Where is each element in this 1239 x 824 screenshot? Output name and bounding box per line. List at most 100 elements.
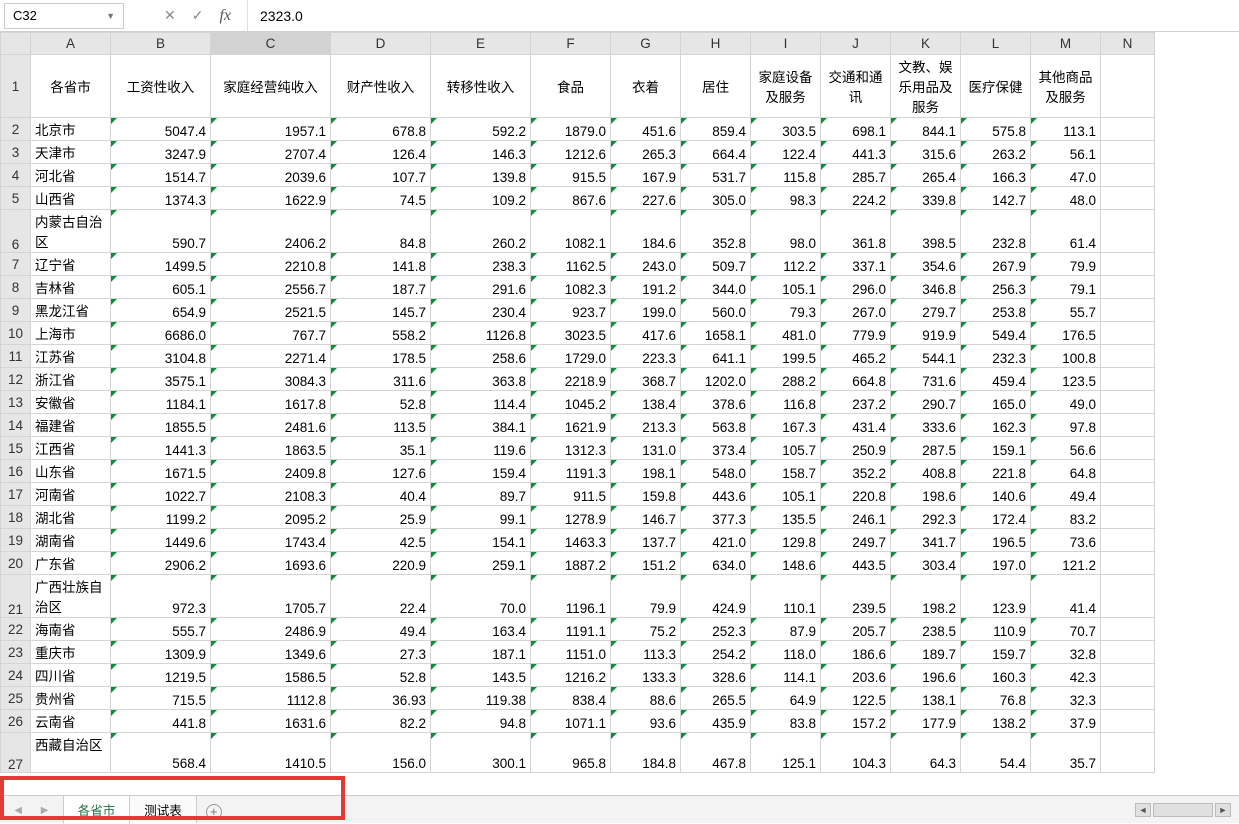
col-header-M[interactable]: M	[1031, 33, 1101, 55]
cell-F23[interactable]: 1151.0	[531, 641, 611, 664]
cell-K25[interactable]: 138.1	[891, 687, 961, 710]
cell-N4[interactable]	[1101, 164, 1155, 187]
cell-M16[interactable]: 64.8	[1031, 460, 1101, 483]
cell-B17[interactable]: 1022.7	[111, 483, 211, 506]
row-header-8[interactable]: 8	[1, 276, 31, 299]
cell-H21[interactable]: 424.9	[681, 575, 751, 618]
cell-E6[interactable]: 260.2	[431, 210, 531, 253]
cell-M2[interactable]: 113.1	[1031, 118, 1101, 141]
cell-B6[interactable]: 590.7	[111, 210, 211, 253]
cell-H23[interactable]: 254.2	[681, 641, 751, 664]
row-header-15[interactable]: 15	[1, 437, 31, 460]
cell-G18[interactable]: 146.7	[611, 506, 681, 529]
cell-E14[interactable]: 384.1	[431, 414, 531, 437]
cell-F15[interactable]: 1312.3	[531, 437, 611, 460]
cell-N13[interactable]	[1101, 391, 1155, 414]
cell-M4[interactable]: 47.0	[1031, 164, 1101, 187]
cell-F25[interactable]: 838.4	[531, 687, 611, 710]
cell-C13[interactable]: 1617.8	[211, 391, 331, 414]
scroll-right-icon[interactable]: ►	[1215, 803, 1231, 817]
cell-M15[interactable]: 56.6	[1031, 437, 1101, 460]
cell-I23[interactable]: 118.0	[751, 641, 821, 664]
cell-N24[interactable]	[1101, 664, 1155, 687]
row-header-25[interactable]: 25	[1, 687, 31, 710]
cell-C16[interactable]: 2409.8	[211, 460, 331, 483]
cell-A19[interactable]: 湖南省	[31, 529, 111, 552]
cell-A26[interactable]: 云南省	[31, 710, 111, 733]
col-header-K[interactable]: K	[891, 33, 961, 55]
row-header-26[interactable]: 26	[1, 710, 31, 733]
cell-H22[interactable]: 252.3	[681, 618, 751, 641]
cell-N23[interactable]	[1101, 641, 1155, 664]
cell-I13[interactable]: 116.8	[751, 391, 821, 414]
cell-L18[interactable]: 172.4	[961, 506, 1031, 529]
cell-G10[interactable]: 417.6	[611, 322, 681, 345]
cell-E22[interactable]: 163.4	[431, 618, 531, 641]
cell-L7[interactable]: 267.9	[961, 253, 1031, 276]
cell-M1[interactable]: 其他商品及服务	[1031, 55, 1101, 118]
cell-D18[interactable]: 25.9	[331, 506, 431, 529]
cell-B10[interactable]: 6686.0	[111, 322, 211, 345]
cell-C23[interactable]: 1349.6	[211, 641, 331, 664]
cell-A24[interactable]: 四川省	[31, 664, 111, 687]
cell-I27[interactable]: 125.1	[751, 733, 821, 773]
cell-N18[interactable]	[1101, 506, 1155, 529]
cell-E16[interactable]: 159.4	[431, 460, 531, 483]
cell-N17[interactable]	[1101, 483, 1155, 506]
cell-F4[interactable]: 915.5	[531, 164, 611, 187]
cell-K24[interactable]: 196.6	[891, 664, 961, 687]
cell-K16[interactable]: 408.8	[891, 460, 961, 483]
cell-J9[interactable]: 267.0	[821, 299, 891, 322]
cell-H10[interactable]: 1658.1	[681, 322, 751, 345]
cell-B1[interactable]: 工资性收入	[111, 55, 211, 118]
cell-N20[interactable]	[1101, 552, 1155, 575]
name-box[interactable]: C32 ▼	[4, 3, 124, 29]
cell-D14[interactable]: 113.5	[331, 414, 431, 437]
cell-D7[interactable]: 141.8	[331, 253, 431, 276]
cell-A12[interactable]: 浙江省	[31, 368, 111, 391]
row-header-2[interactable]: 2	[1, 118, 31, 141]
cell-B20[interactable]: 2906.2	[111, 552, 211, 575]
cell-I18[interactable]: 135.5	[751, 506, 821, 529]
cell-I12[interactable]: 288.2	[751, 368, 821, 391]
cell-N27[interactable]	[1101, 733, 1155, 773]
cell-E7[interactable]: 238.3	[431, 253, 531, 276]
cell-A4[interactable]: 河北省	[31, 164, 111, 187]
cell-J14[interactable]: 431.4	[821, 414, 891, 437]
cell-D3[interactable]: 126.4	[331, 141, 431, 164]
col-header-D[interactable]: D	[331, 33, 431, 55]
cell-A8[interactable]: 吉林省	[31, 276, 111, 299]
cell-E18[interactable]: 99.1	[431, 506, 531, 529]
cell-J8[interactable]: 296.0	[821, 276, 891, 299]
cell-L16[interactable]: 221.8	[961, 460, 1031, 483]
cell-I20[interactable]: 148.6	[751, 552, 821, 575]
row-header-11[interactable]: 11	[1, 345, 31, 368]
cell-L12[interactable]: 459.4	[961, 368, 1031, 391]
cell-E1[interactable]: 转移性收入	[431, 55, 531, 118]
row-header-12[interactable]: 12	[1, 368, 31, 391]
cell-D8[interactable]: 187.7	[331, 276, 431, 299]
cell-J5[interactable]: 224.2	[821, 187, 891, 210]
cell-C5[interactable]: 1622.9	[211, 187, 331, 210]
cell-E5[interactable]: 109.2	[431, 187, 531, 210]
cell-D1[interactable]: 财产性收入	[331, 55, 431, 118]
cell-J17[interactable]: 220.8	[821, 483, 891, 506]
cell-F21[interactable]: 1196.1	[531, 575, 611, 618]
cell-A3[interactable]: 天津市	[31, 141, 111, 164]
sheet-tab-各省市[interactable]: 各省市	[63, 795, 131, 824]
cell-N8[interactable]	[1101, 276, 1155, 299]
cell-K3[interactable]: 315.6	[891, 141, 961, 164]
cell-F9[interactable]: 923.7	[531, 299, 611, 322]
cell-F27[interactable]: 965.8	[531, 733, 611, 773]
cell-E17[interactable]: 89.7	[431, 483, 531, 506]
cell-E25[interactable]: 119.38	[431, 687, 531, 710]
cell-F19[interactable]: 1463.3	[531, 529, 611, 552]
cell-I8[interactable]: 105.1	[751, 276, 821, 299]
cell-C18[interactable]: 2095.2	[211, 506, 331, 529]
cell-A11[interactable]: 江苏省	[31, 345, 111, 368]
cell-L19[interactable]: 196.5	[961, 529, 1031, 552]
cell-G22[interactable]: 75.2	[611, 618, 681, 641]
cell-L15[interactable]: 159.1	[961, 437, 1031, 460]
cell-K23[interactable]: 189.7	[891, 641, 961, 664]
cell-B26[interactable]: 441.8	[111, 710, 211, 733]
